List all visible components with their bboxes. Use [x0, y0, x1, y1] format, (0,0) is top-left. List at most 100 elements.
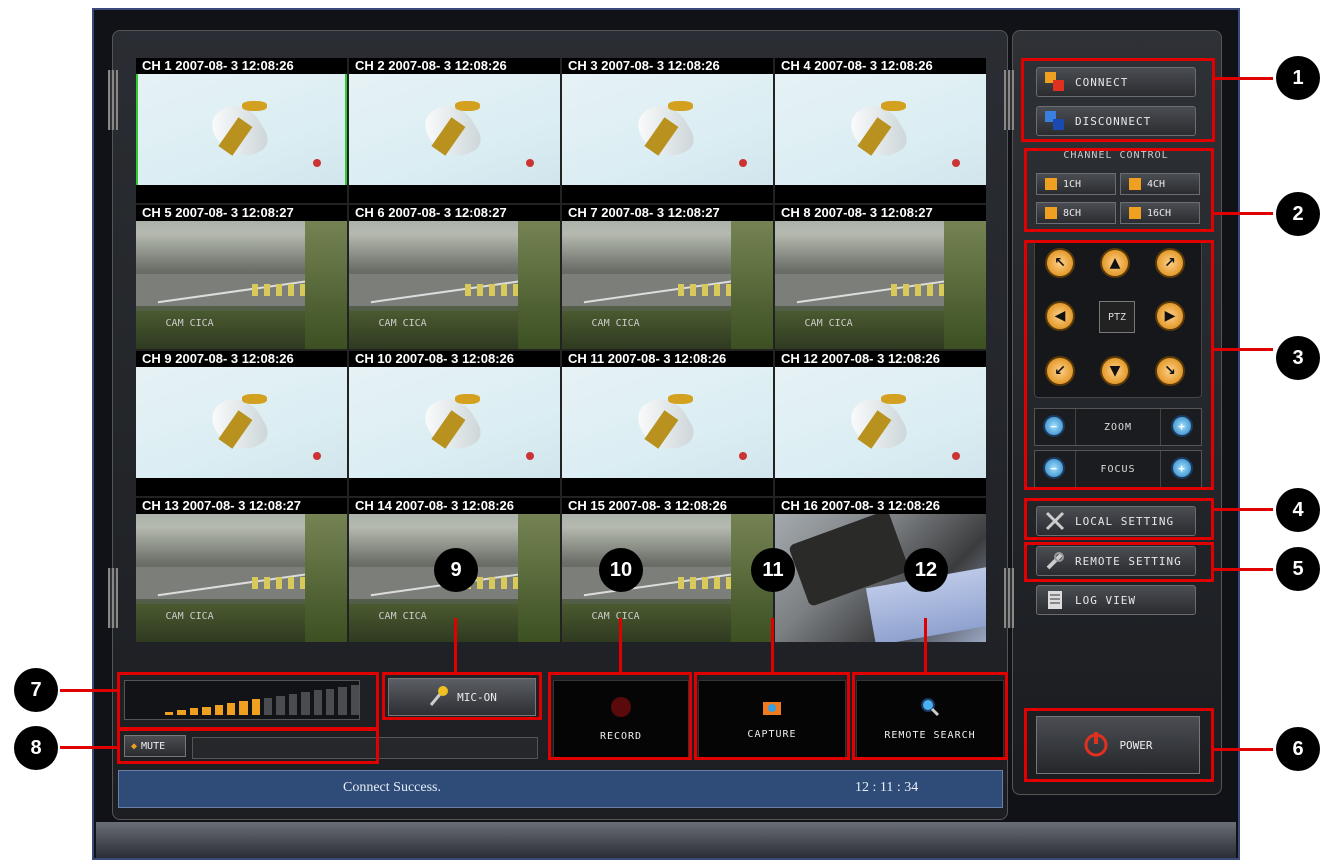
channel-grid: CH 1 2007-08- 3 12:08:26 CH 2 2007-08- 3 … — [136, 58, 986, 642]
callout-10: 10 — [599, 548, 643, 592]
scene-tree — [517, 497, 560, 642]
record-dot-icon — [739, 452, 748, 461]
log-view-button[interactable]: LOG VIEW — [1036, 585, 1196, 615]
callout-3: 3 — [1276, 336, 1320, 380]
status-message: Connect Success. — [343, 780, 441, 795]
scene-object — [667, 394, 693, 405]
channel-tile[interactable]: CH 12 2007-08- 3 12:08:26 — [775, 351, 986, 496]
channel-label: CH 13 2007-08- 3 12:08:27 — [136, 497, 347, 514]
channel-footer — [775, 477, 986, 496]
callout-11: 11 — [751, 548, 795, 592]
record-dot-icon — [952, 452, 961, 461]
channel-tile[interactable]: CAM CICA CH 13 2007-08- 3 12:08:27 — [136, 497, 347, 642]
callout-4: 4 — [1276, 488, 1320, 532]
scene-tree — [304, 204, 347, 349]
channel-label: CH 9 2007-08- 3 12:08:26 — [136, 351, 347, 367]
channel-tile[interactable]: CH 11 2007-08- 3 12:08:26 — [562, 351, 773, 496]
channel-label: CH 16 2007-08- 3 12:08:26 — [775, 497, 986, 514]
channel-tile[interactable]: CAM CICA CH 15 2007-08- 3 12:08:26 — [562, 497, 773, 642]
scene-object — [454, 394, 480, 405]
callout-arrow-9 — [454, 618, 457, 672]
channel-label: CH 3 2007-08- 3 12:08:26 — [562, 58, 773, 74]
channel-tile[interactable]: CH 3 2007-08- 3 12:08:26 — [562, 58, 773, 203]
channel-label: CH 11 2007-08- 3 12:08:26 — [562, 351, 773, 367]
channel-tile[interactable]: CH 1 2007-08- 3 12:08:26 — [136, 58, 347, 203]
camera-caption: CAM CICA — [804, 317, 853, 329]
scene-tree — [730, 204, 773, 349]
scene-object — [454, 101, 480, 112]
channel-tile[interactable]: CH 2 2007-08- 3 12:08:26 — [349, 58, 560, 203]
callout-arrow-8 — [60, 746, 117, 749]
record-dot-icon — [313, 452, 322, 461]
channel-footer — [562, 184, 773, 203]
callout-1: 1 — [1276, 56, 1320, 100]
channel-label: CH 5 2007-08- 3 12:08:27 — [136, 204, 347, 221]
record-dot-icon — [952, 159, 961, 168]
callout-arrow-2 — [1214, 212, 1273, 215]
log-view-label: LOG VIEW — [1075, 593, 1136, 607]
channel-label: CH 6 2007-08- 3 12:08:27 — [349, 204, 560, 221]
channel-tile[interactable]: CAM CICA CH 6 2007-08- 3 12:08:27 — [349, 204, 560, 349]
status-clock: 12 : 11 : 34 — [855, 780, 919, 795]
channel-tile[interactable]: CAM CICA CH 5 2007-08- 3 12:08:27 — [136, 204, 347, 349]
scene-object — [241, 101, 267, 112]
side-grip — [108, 70, 118, 130]
callout-arrow-7 — [60, 689, 117, 692]
callout-arrow-3 — [1214, 348, 1273, 351]
callout-2: 2 — [1276, 192, 1320, 236]
channel-tile[interactable]: CAM CICA CH 8 2007-08- 3 12:08:27 — [775, 204, 986, 349]
callout-arrow-10 — [619, 618, 622, 672]
callout-arrow-11 — [771, 618, 774, 672]
highlight-box-1 — [1021, 58, 1215, 142]
camera-caption: CAM CICA — [591, 317, 640, 329]
channel-label: CH 7 2007-08- 3 12:08:27 — [562, 204, 773, 221]
channel-label: CH 12 2007-08- 3 12:08:26 — [775, 351, 986, 367]
callout-arrow-6 — [1214, 748, 1273, 751]
channel-tile[interactable]: CH 16 2007-08- 3 12:08:26 — [775, 497, 986, 642]
highlight-box-2 — [1024, 148, 1214, 232]
channel-tile[interactable]: CH 4 2007-08- 3 12:08:26 — [775, 58, 986, 203]
highlight-box-11 — [694, 672, 850, 760]
channel-footer — [349, 477, 560, 496]
record-dot-icon — [313, 159, 322, 168]
callout-arrow-12 — [924, 618, 927, 672]
channel-tile[interactable]: CH 10 2007-08- 3 12:08:26 — [349, 351, 560, 496]
highlight-box-3 — [1024, 240, 1214, 490]
callout-6: 6 — [1276, 727, 1320, 771]
highlight-box-10 — [548, 672, 692, 760]
bottom-bezel — [96, 822, 1236, 858]
highlight-box-9 — [382, 672, 542, 720]
scene-object — [667, 101, 693, 112]
side-grip — [1004, 568, 1014, 628]
channel-footer — [136, 477, 347, 496]
channel-label: CH 10 2007-08- 3 12:08:26 — [349, 351, 560, 367]
camera-caption: CAM CICA — [165, 317, 214, 329]
highlight-box-7 — [117, 672, 379, 730]
callout-5: 5 — [1276, 547, 1320, 591]
record-dot-icon — [526, 452, 535, 461]
highlight-box-4 — [1024, 498, 1214, 540]
camera-caption: CAM CICA — [378, 610, 427, 622]
scene-tree — [943, 204, 986, 349]
scene-tree — [304, 497, 347, 642]
record-dot-icon — [739, 159, 748, 168]
channel-tile[interactable]: CAM CICA CH 7 2007-08- 3 12:08:27 — [562, 204, 773, 349]
channel-footer — [349, 184, 560, 203]
scene-object — [880, 101, 906, 112]
status-bar: Connect Success. 12 : 11 : 34 — [118, 770, 1003, 808]
side-grip — [1004, 70, 1014, 130]
channel-tile[interactable]: CH 9 2007-08- 3 12:08:26 — [136, 351, 347, 496]
channel-label: CH 2 2007-08- 3 12:08:26 — [349, 58, 560, 74]
callout-arrow-5 — [1214, 568, 1273, 571]
callout-12: 12 — [904, 548, 948, 592]
channel-label: CH 1 2007-08- 3 12:08:26 — [136, 58, 347, 74]
scene-object — [880, 394, 906, 405]
callout-arrow-4 — [1214, 508, 1273, 511]
channel-footer — [136, 184, 347, 203]
channel-label: CH 14 2007-08- 3 12:08:26 — [349, 497, 560, 514]
channel-footer — [775, 184, 986, 203]
highlight-box-8 — [117, 728, 379, 764]
callout-7: 7 — [14, 668, 58, 712]
highlight-box-6 — [1024, 708, 1214, 782]
camera-caption: CAM CICA — [378, 317, 427, 329]
